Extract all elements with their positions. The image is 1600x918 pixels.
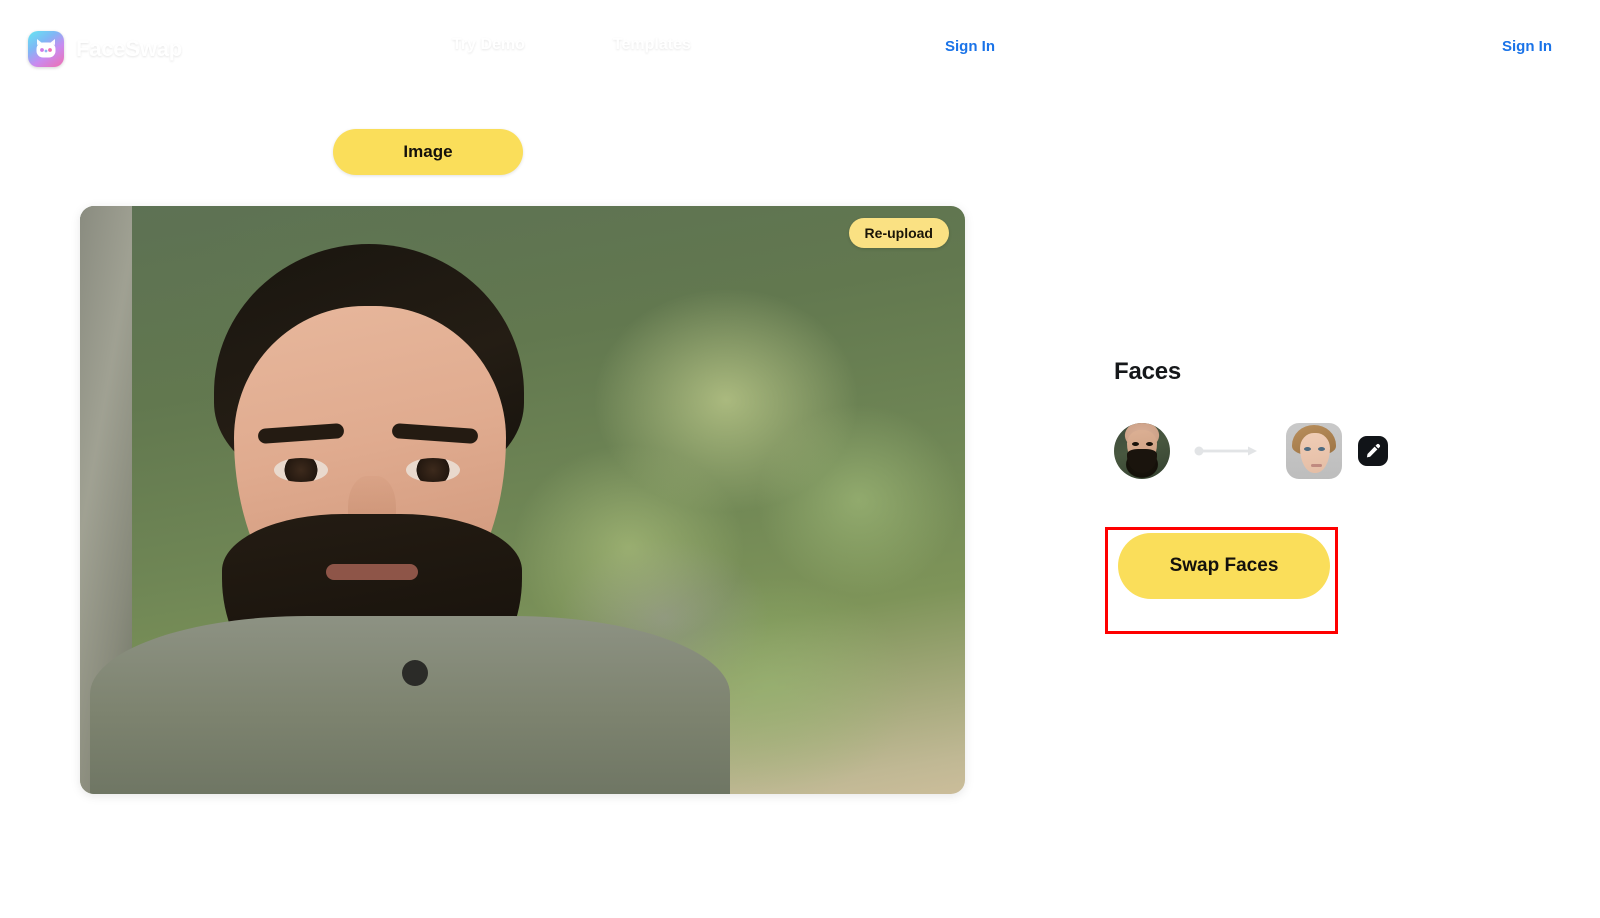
swap-faces-button[interactable]: Swap Faces [1118, 533, 1330, 599]
tab-image[interactable]: Image [333, 129, 523, 175]
editor-panel: FaceSwap Try Demo Templates Sign In Imag… [0, 0, 1068, 918]
subject-mouth [326, 564, 418, 580]
subject-eye-right [406, 458, 460, 482]
source-face-image [1114, 423, 1170, 479]
pencil-icon [1365, 443, 1381, 459]
tab-video[interactable]: Video [523, 129, 713, 175]
sign-in-link-left[interactable]: Sign In [945, 38, 995, 55]
source-face-eye-left [1132, 442, 1139, 446]
cat-face-logo-icon [28, 31, 64, 67]
nav-try-demo[interactable]: Try Demo [452, 36, 525, 54]
target-face-eye-left [1304, 447, 1311, 451]
target-face-mouth [1311, 464, 1322, 467]
photo-subject [90, 214, 730, 794]
site-header: FaceSwap Try Demo Templates Sign In [0, 0, 1068, 98]
sign-in-link-right[interactable]: Sign In [1502, 38, 1552, 55]
reupload-button[interactable]: Re-upload [848, 218, 949, 248]
target-face-thumbnail[interactable] [1286, 423, 1342, 479]
right-arrow-icon [1194, 446, 1262, 456]
media-mode-toggle: Image Video [328, 124, 718, 180]
brand-logo[interactable]: FaceSwap [28, 31, 182, 67]
faceswap-app: FaceSwap Try Demo Templates Sign In Imag… [0, 0, 1600, 918]
edit-face-button[interactable] [1358, 436, 1388, 466]
editor-content: FaceSwap Try Demo Templates Sign In Imag… [0, 0, 1068, 918]
source-face-eye-right [1146, 442, 1153, 446]
uploaded-photo-card[interactable]: Re-upload [80, 206, 965, 794]
subject-eye-left [274, 458, 328, 482]
faces-section-title: Faces [1114, 358, 1182, 385]
uploaded-photo-image [80, 206, 965, 794]
nav-templates[interactable]: Templates [613, 36, 691, 54]
controls-panel: Sign In Faces Swap Faces [1068, 0, 1600, 918]
target-face-eye-right [1318, 447, 1325, 451]
brand-name: FaceSwap [76, 36, 183, 61]
face-mapping-row [1114, 423, 1388, 479]
source-face-thumbnail[interactable] [1114, 423, 1170, 479]
target-face-shape [1300, 433, 1330, 473]
target-face-image [1286, 423, 1342, 479]
main-nav: Try Demo Templates [452, 36, 691, 54]
subject-jacket [90, 616, 730, 794]
source-face-beard [1127, 449, 1157, 473]
